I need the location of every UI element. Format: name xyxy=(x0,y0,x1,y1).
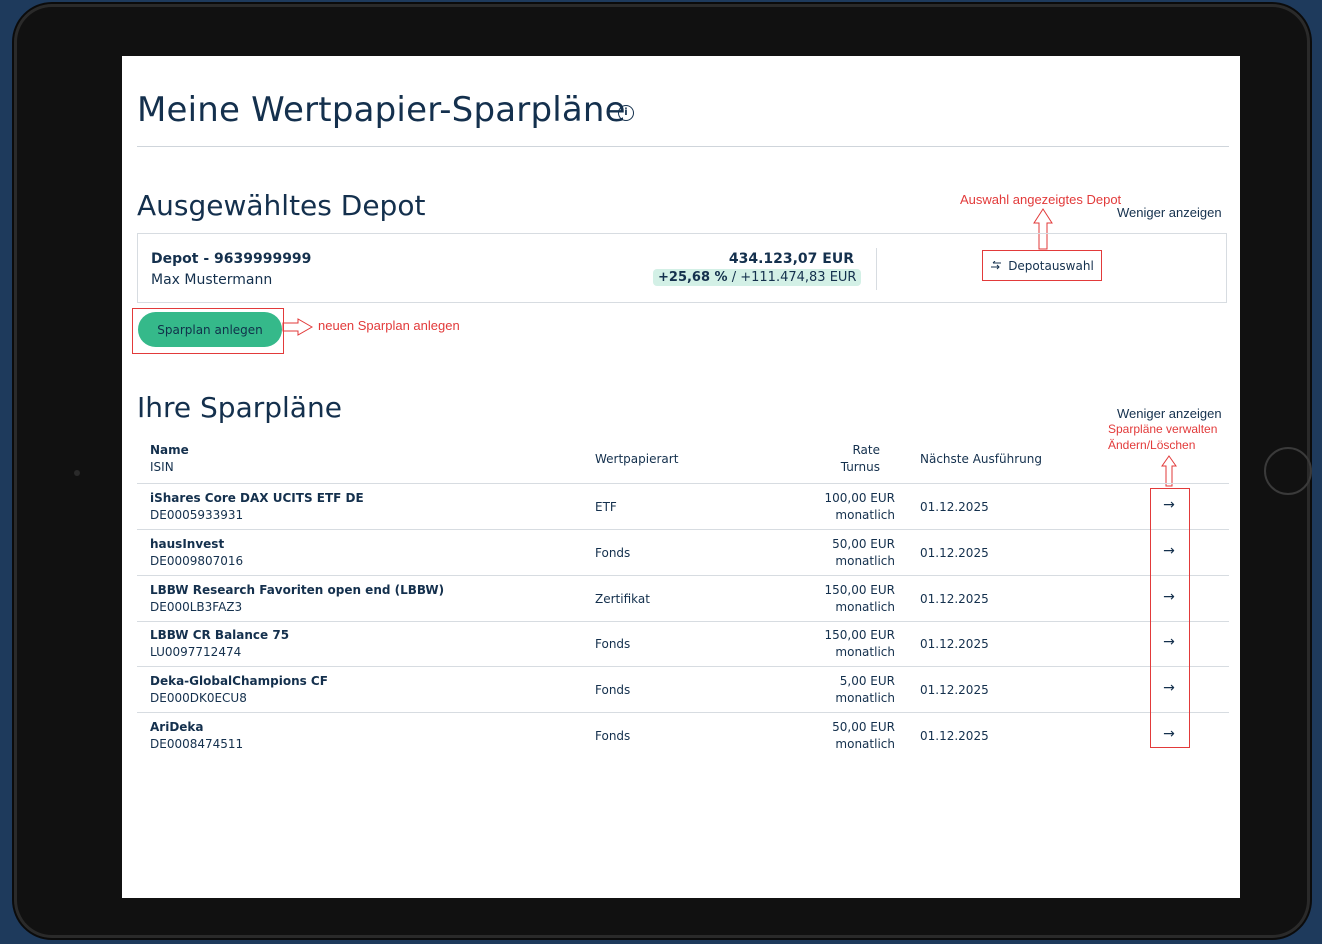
plan-name[interactable]: iShares Core DAX UCITS ETF DE xyxy=(150,491,364,505)
plan-next-execution: 01.12.2025 xyxy=(920,545,989,560)
plan-rate: 100,00 EUR xyxy=(824,491,895,505)
plan-isin: DE0009807016 xyxy=(150,553,244,568)
header-divider xyxy=(137,483,1229,484)
plan-type: Fonds xyxy=(595,545,631,560)
plan-isin: DE000DK0ECU8 xyxy=(150,691,247,706)
plan-interval: monatlich xyxy=(835,645,895,660)
plan-next-execution: 01.12.2025 xyxy=(920,683,989,698)
depot-number: Depot - 9639999999 xyxy=(151,251,312,267)
depot-performance: +25,68 % / +111.474,83 EUR xyxy=(653,269,862,286)
plan-isin: DE0005933931 xyxy=(150,508,244,522)
annotation-right-arrow-icon xyxy=(282,318,314,336)
plan-rate: 5,00 EUR xyxy=(839,674,895,689)
plan-name[interactable]: LBBW CR Balance 75 xyxy=(150,628,289,642)
plan-rate: 150,00 EUR xyxy=(824,582,895,597)
home-button[interactable] xyxy=(1264,447,1312,495)
performance-sep: / xyxy=(731,270,737,285)
plan-type: Fonds xyxy=(595,729,631,743)
depot-owner: Max Mustermann xyxy=(151,272,273,288)
depot-toggle-link[interactable]: Weniger anzeigen xyxy=(1117,205,1222,220)
annotation-manage-line1: Sparpläne verwalten xyxy=(1108,422,1218,436)
plan-next-execution: 01.12.2025 xyxy=(920,729,989,743)
tablet-frame: Meine Wertpapier-Sparpläne i Ausgewählte… xyxy=(14,4,1312,938)
plan-rate: 150,00 EUR xyxy=(824,628,895,643)
depot-select-label: Depotauswahl xyxy=(1008,258,1094,273)
plan-type: Fonds xyxy=(595,683,631,698)
plan-interval: monatlich xyxy=(835,553,895,568)
plan-name[interactable]: LBBW Research Favoriten open end (LBBW) xyxy=(150,583,444,597)
col-header-interval: Turnus xyxy=(840,460,880,474)
plan-interval: monatlich xyxy=(835,508,895,522)
page-title: Meine Wertpapier-Sparpläne xyxy=(137,90,626,130)
plan-interval: monatlich xyxy=(835,691,895,706)
depot-section-heading: Ausgewähltes Depot xyxy=(137,189,426,222)
plans-toggle-link[interactable]: Weniger anzeigen xyxy=(1117,406,1222,421)
new-plan-button[interactable]: Sparplan anlegen xyxy=(138,312,282,347)
plan-isin: DE000LB3FAZ3 xyxy=(150,599,243,614)
plan-next-execution: 01.12.2025 xyxy=(920,500,989,514)
plan-name[interactable]: hausInvest xyxy=(150,537,224,551)
table-row[interactable] xyxy=(137,714,1229,759)
annotation-box-row-actions xyxy=(1150,488,1190,748)
col-header-rate: Rate xyxy=(852,443,880,457)
col-header-next: Nächste Ausführung xyxy=(920,452,1042,466)
plan-isin: DE0008474511 xyxy=(150,737,244,751)
plan-interval: monatlich xyxy=(835,599,895,614)
plan-isin: LU0097712474 xyxy=(150,645,242,660)
new-plan-label: Sparplan anlegen xyxy=(157,322,263,337)
plan-rate: 50,00 EUR xyxy=(832,720,895,734)
col-header-type: Wertpapierart xyxy=(595,452,679,466)
depot-divider xyxy=(876,248,877,290)
camera-dot xyxy=(74,470,80,476)
plan-interval: monatlich xyxy=(835,737,895,751)
performance-abs: +111.474,83 EUR xyxy=(740,270,857,285)
annotation-manage-line2: Ändern/Löschen xyxy=(1108,438,1196,452)
app-screen: Meine Wertpapier-Sparpläne i Ausgewählte… xyxy=(122,56,1240,898)
plan-next-execution: 01.12.2025 xyxy=(920,637,989,652)
col-header-isin: ISIN xyxy=(150,460,174,474)
depot-select-button[interactable]: Depotauswahl xyxy=(982,250,1102,281)
plans-section-heading: Ihre Sparpläne xyxy=(137,391,342,424)
info-icon[interactable]: i xyxy=(618,105,634,121)
col-header-name: Name xyxy=(150,443,189,457)
depot-value: 434.123,07 EUR xyxy=(728,251,854,267)
title-divider xyxy=(137,146,1229,147)
plan-type: Fonds xyxy=(595,637,631,652)
annotation-new-plan: neuen Sparplan anlegen xyxy=(318,318,460,333)
plan-name[interactable]: AriDeka xyxy=(150,720,204,734)
plan-name[interactable]: Deka-GlobalChampions CF xyxy=(150,674,328,688)
plan-next-execution: 01.12.2025 xyxy=(920,591,989,606)
plan-rate: 50,00 EUR xyxy=(832,536,895,551)
annotation-depot-select: Auswahl angezeigtes Depot xyxy=(960,192,1122,207)
performance-pct: +25,68 % xyxy=(658,270,728,285)
plan-type: Zertifikat xyxy=(595,591,650,606)
table-row[interactable] xyxy=(137,622,1229,667)
swap-arrows-icon xyxy=(991,260,1002,269)
table-row[interactable] xyxy=(137,531,1229,576)
plan-type: ETF xyxy=(595,500,617,514)
